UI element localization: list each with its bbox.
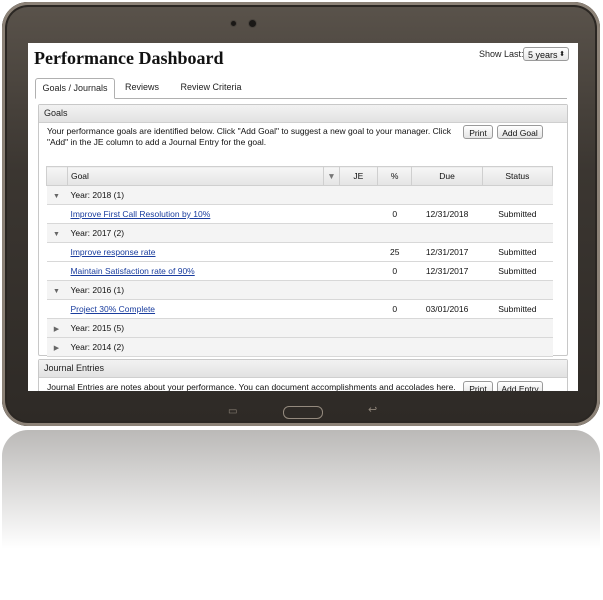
goal-row: Improve First Call Resolution by 10% 0 12/…: [46, 204, 553, 224]
back-icon[interactable]: ↩: [368, 405, 380, 416]
due-cell: 12/31/2018: [411, 204, 483, 224]
year-group-label: Year: 2014 (2): [67, 337, 553, 357]
year-group-row[interactable]: ▶ Year: 2015 (5): [46, 318, 553, 338]
row-spacer: [46, 242, 68, 262]
goal-link[interactable]: Improve response rate: [70, 247, 155, 257]
dashboard-screen: Performance Dashboard Show Last: 5 years…: [28, 43, 578, 391]
pct-cell: 25: [377, 242, 412, 262]
due-cell: 12/31/2017: [411, 261, 483, 281]
goal-cell: Maintain Satisfaction rate of 90%: [67, 261, 340, 281]
sort-icon[interactable]: ▼: [323, 166, 340, 186]
je-cell[interactable]: [339, 242, 378, 262]
journal-description: Journal Entries are notes about your per…: [47, 382, 456, 391]
year-group-label: Year: 2018 (1): [67, 185, 553, 205]
recent-apps-icon[interactable]: ▭: [228, 407, 239, 417]
goals-table: Goal ▼ JE % Due Status ▼ Year: 2018 (1) Im…: [46, 166, 554, 357]
goal-row: Improve response rate 25 12/31/2017 Submitt…: [46, 242, 553, 262]
year-group-label: Year: 2015 (5): [67, 318, 553, 338]
je-cell[interactable]: [339, 299, 378, 319]
journal-print-button[interactable]: Print: [463, 381, 493, 391]
column-header-due[interactable]: Due: [411, 166, 483, 186]
journal-heading: Journal Entries: [39, 360, 567, 378]
pct-cell: 0: [377, 299, 412, 319]
select-arrows-icon: ⬍: [559, 51, 565, 58]
tablet-reflection: [2, 430, 600, 600]
sensor-icon: [231, 21, 236, 26]
caret-right-icon[interactable]: ▶: [50, 344, 64, 352]
tablet-bezel: ▭ ↩ Performance Dashboard Show Last: 5 y…: [2, 2, 600, 426]
goal-link[interactable]: Maintain Satisfaction rate of 90%: [70, 266, 194, 276]
status-cell: Submitted: [482, 204, 553, 224]
goal-row: Project 30% Complete 0 03/01/2016 Submitted: [46, 299, 553, 319]
goals-description: Your performance goals are identified be…: [47, 126, 452, 147]
column-header-goal-label: Goal: [70, 171, 89, 181]
page-title: Performance Dashboard: [34, 48, 224, 68]
pct-cell: 0: [377, 204, 412, 224]
tab-bar: Goals / Journals Reviews Review Criteria: [35, 78, 567, 99]
tab-reviews[interactable]: Reviews: [117, 78, 167, 97]
camera-icon: [249, 20, 256, 27]
year-group-row[interactable]: ▼ Year: 2016 (1): [46, 280, 553, 300]
goal-cell: Improve response rate: [67, 242, 340, 262]
tab-review-criteria[interactable]: Review Criteria: [171, 78, 251, 97]
column-header-status[interactable]: Status: [481, 166, 554, 186]
status-cell: Submitted: [482, 242, 553, 262]
show-last-select[interactable]: 5 years ⬍: [523, 47, 569, 61]
home-button[interactable]: [283, 406, 323, 419]
goal-link[interactable]: Project 30% Complete: [70, 304, 155, 314]
je-cell[interactable]: [339, 261, 378, 281]
add-goal-button[interactable]: Add Goal: [497, 125, 543, 139]
goal-cell: Project 30% Complete: [67, 299, 340, 319]
column-header-goal[interactable]: Goal: [66, 166, 325, 186]
goal-link[interactable]: Improve First Call Resolution by 10%: [70, 209, 210, 219]
status-cell: Submitted: [482, 299, 553, 319]
column-header-je[interactable]: JE: [338, 166, 379, 186]
row-spacer: [46, 204, 68, 224]
journal-panel: Journal Entries Journal Entries are note…: [38, 359, 568, 391]
year-group-row[interactable]: ▼ Year: 2018 (1): [46, 185, 553, 205]
je-cell[interactable]: [339, 204, 378, 224]
goal-cell: Improve First Call Resolution by 10%: [67, 204, 340, 224]
table-header-row: Goal ▼ JE % Due Status: [46, 166, 554, 186]
caret-down-icon[interactable]: ▼: [50, 231, 64, 238]
due-cell: 03/01/2016: [411, 299, 483, 319]
goals-print-button[interactable]: Print: [463, 125, 493, 139]
expand-column-header: [46, 166, 68, 186]
year-group-row[interactable]: ▼ Year: 2017 (2): [46, 223, 553, 243]
year-group-row[interactable]: ▶ Year: 2014 (2): [46, 337, 553, 357]
add-entry-button[interactable]: Add Entry: [497, 381, 543, 391]
column-header-pct[interactable]: %: [376, 166, 413, 186]
caret-down-icon[interactable]: ▼: [50, 288, 64, 295]
tab-goals-journals[interactable]: Goals / Journals: [35, 78, 115, 99]
pct-cell: 0: [377, 261, 412, 281]
goals-panel: Goals Your performance goals are identif…: [38, 104, 568, 357]
goals-heading: Goals: [39, 105, 567, 123]
caret-right-icon[interactable]: ▶: [50, 325, 64, 333]
goal-row: Maintain Satisfaction rate of 90% 0 12/31/…: [46, 261, 553, 281]
row-spacer: [46, 299, 68, 319]
year-group-label: Year: 2016 (1): [67, 280, 553, 300]
caret-down-icon[interactable]: ▼: [50, 193, 64, 200]
row-spacer: [46, 261, 68, 281]
due-cell: 12/31/2017: [411, 242, 483, 262]
show-last-label: Show Last:: [479, 49, 524, 59]
year-group-label: Year: 2017 (2): [67, 223, 553, 243]
show-last-value: 5 years: [528, 50, 558, 60]
status-cell: Submitted: [482, 261, 553, 281]
